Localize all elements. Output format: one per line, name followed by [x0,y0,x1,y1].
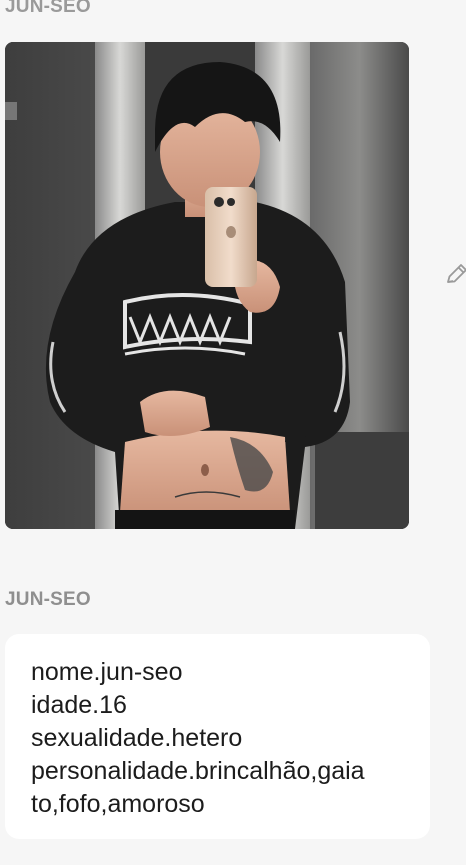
sender-name-bottom: JUN-SEO [5,589,91,610]
sender-name-top: JUN-SEO [5,0,91,17]
selfie-photo-image [5,42,409,529]
pencil-icon[interactable] [443,260,466,288]
message-line-age: idade.16 [31,691,127,719]
message-line-sexuality: sexualidade.hetero [31,724,243,752]
photo-message[interactable] [5,42,409,529]
message-line-personality: personalidade.brincalhão,gaia [31,757,365,785]
message-line-name: nome.jun-seo [31,658,183,686]
text-message-bubble[interactable]: nome.jun-seo idade.16 sexualidade.hetero… [5,634,430,839]
message-line-personality-cont: to,fofo,amoroso [31,790,205,818]
